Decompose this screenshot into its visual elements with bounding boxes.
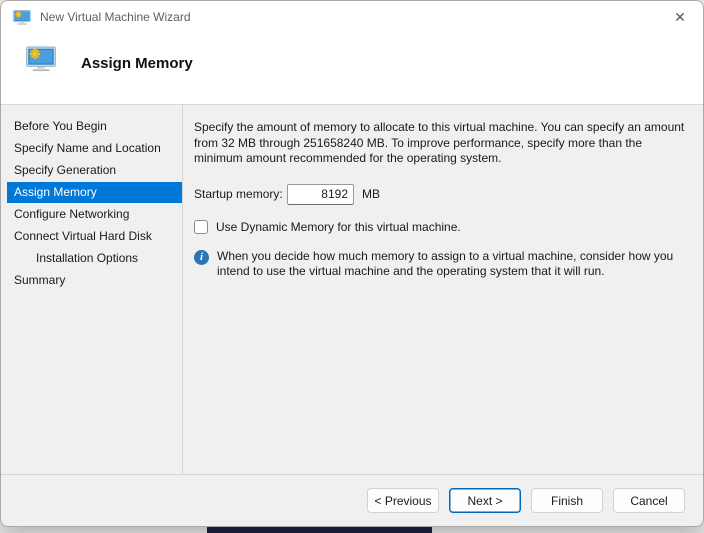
memory-unit-label: MB bbox=[362, 187, 380, 201]
wizard-body: Before You Begin Specify Name and Locati… bbox=[1, 105, 703, 475]
startup-memory-input[interactable] bbox=[287, 183, 354, 205]
page-title: Assign Memory bbox=[81, 55, 193, 72]
close-icon: ✕ bbox=[674, 8, 686, 25]
memory-description-text: Specify the amount of memory to allocate… bbox=[194, 120, 685, 165]
dynamic-memory-label[interactable]: Use Dynamic Memory for this virtual mach… bbox=[216, 220, 461, 234]
sidebar-item-assign-memory[interactable]: Assign Memory bbox=[7, 182, 182, 203]
sidebar-item-installation-options[interactable]: Installation Options bbox=[1, 248, 182, 270]
previous-button[interactable]: < Previous bbox=[367, 488, 439, 513]
close-button[interactable]: ✕ bbox=[657, 1, 703, 33]
wizard-window: New Virtual Machine Wizard ✕ Assign Memo… bbox=[0, 0, 704, 527]
titlebar: New Virtual Machine Wizard ✕ bbox=[1, 1, 703, 33]
sidebar-item-configure-networking[interactable]: Configure Networking bbox=[1, 204, 182, 226]
info-icon: i bbox=[194, 249, 209, 265]
wizard-header: Assign Memory bbox=[1, 33, 703, 105]
info-note-row: i When you decide how much memory to ass… bbox=[194, 249, 689, 280]
sidebar-item-before-you-begin[interactable]: Before You Begin bbox=[1, 116, 182, 138]
dynamic-memory-checkbox[interactable] bbox=[194, 219, 208, 234]
wizard-steps-sidebar: Before You Begin Specify Name and Locati… bbox=[1, 105, 183, 475]
cancel-button[interactable]: Cancel bbox=[613, 488, 685, 513]
finish-button[interactable]: Finish bbox=[531, 488, 603, 513]
sidebar-item-specify-generation[interactable]: Specify Generation bbox=[1, 160, 182, 182]
startup-memory-label: Startup memory: bbox=[194, 187, 283, 201]
vm-monitor-gear-icon bbox=[26, 46, 56, 72]
button-bar: < Previous Next > Finish Cancel bbox=[1, 474, 703, 526]
window-title: New Virtual Machine Wizard bbox=[40, 10, 191, 24]
sidebar-item-specify-name-and-location[interactable]: Specify Name and Location bbox=[1, 138, 182, 160]
page-content: Specify the amount of memory to allocate… bbox=[183, 105, 703, 475]
next-button[interactable]: Next > bbox=[449, 488, 521, 513]
startup-memory-row: Startup memory: MB bbox=[194, 183, 689, 205]
info-note-text: When you decide how much memory to assig… bbox=[217, 248, 674, 279]
vm-monitor-gear-icon bbox=[13, 9, 31, 25]
dynamic-memory-row: Use Dynamic Memory for this virtual mach… bbox=[194, 219, 689, 234]
sidebar-item-summary[interactable]: Summary bbox=[1, 270, 182, 292]
sidebar-item-connect-virtual-hard-disk[interactable]: Connect Virtual Hard Disk bbox=[1, 226, 182, 248]
